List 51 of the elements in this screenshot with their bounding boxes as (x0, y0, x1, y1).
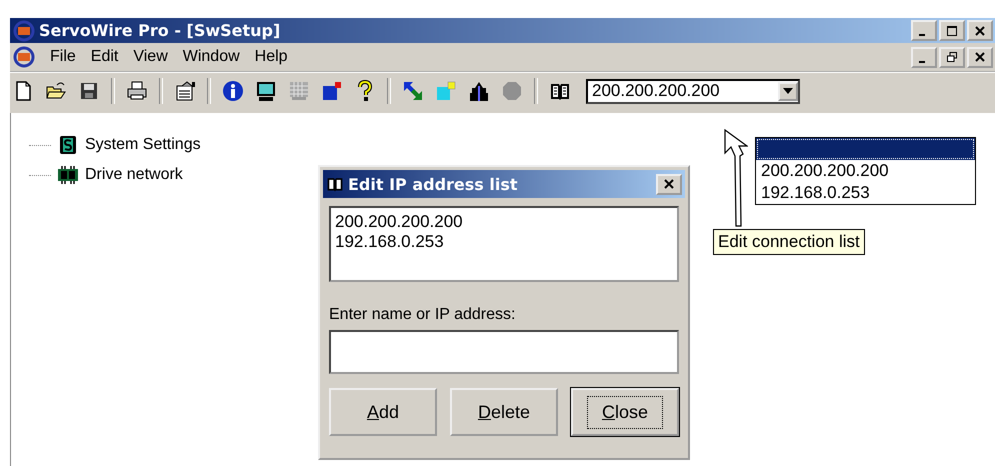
squares-icon[interactable] (321, 80, 343, 102)
dialog-button[interactable]: Delete (450, 388, 558, 436)
info-icon[interactable] (222, 80, 244, 102)
properties-icon[interactable] (174, 80, 196, 102)
restore-icon (946, 51, 958, 63)
app-logo-icon[interactable] (13, 46, 35, 68)
minimize-button[interactable] (911, 46, 937, 68)
tooltip: Edit connection list (713, 229, 865, 255)
window-title: ServoWire Pro - [SwSetup] (39, 21, 280, 40)
connection-dropdown[interactable]: 200.200.200.200 (586, 78, 800, 104)
dropdown-option[interactable]: 200.200.200.200 (756, 160, 975, 182)
app-logo-icon (13, 20, 35, 42)
close-button[interactable] (967, 46, 993, 68)
close-button[interactable] (656, 174, 682, 194)
dropdown-option[interactable]: 192.168.0.253 (756, 182, 975, 204)
dialog-title: Edit IP address list (348, 174, 518, 194)
tower-icon[interactable] (468, 80, 490, 102)
minimize-icon (919, 60, 925, 62)
mouse-pointer-icon (724, 129, 748, 229)
stop-icon (501, 80, 523, 102)
menu-item[interactable]: Edit (90, 48, 118, 66)
address-input-field[interactable] (329, 330, 679, 374)
menu-item[interactable]: View (133, 48, 168, 66)
settings-icon (57, 135, 79, 155)
close-icon (663, 178, 675, 190)
printer-icon[interactable] (126, 80, 148, 102)
minimize-button[interactable] (911, 20, 937, 41)
dropdown-option[interactable] (756, 138, 975, 160)
address-listbox[interactable]: 200.200.200.200 192.168.0.253 (329, 206, 679, 282)
restore-button[interactable] (939, 46, 965, 68)
close-icon (974, 24, 986, 36)
close-icon (974, 51, 986, 63)
minimize-icon (919, 34, 925, 36)
maximize-icon (946, 24, 958, 36)
grid-icon (288, 80, 310, 102)
dialog-button[interactable]: Close (571, 388, 679, 436)
circuit-board-icon (57, 165, 79, 185)
list-item[interactable]: 200.200.200.200 (335, 212, 673, 232)
dialog-button[interactable]: Add (329, 388, 437, 436)
tree-item[interactable]: Drive network (85, 166, 183, 184)
close-button[interactable] (967, 20, 993, 41)
field-label: Enter name or IP address: (329, 306, 516, 324)
arrows-icon[interactable] (402, 80, 424, 102)
monitor-icon[interactable] (255, 80, 277, 102)
maximize-button[interactable] (939, 20, 965, 41)
menu-item[interactable]: Window (182, 48, 240, 66)
tree-item[interactable]: System Settings (85, 136, 201, 154)
list-item[interactable]: 192.168.0.253 (335, 232, 673, 252)
menu-item[interactable]: Help (254, 48, 288, 66)
menu-item[interactable]: File (50, 48, 76, 66)
dropdown-arrow-icon (783, 88, 793, 94)
